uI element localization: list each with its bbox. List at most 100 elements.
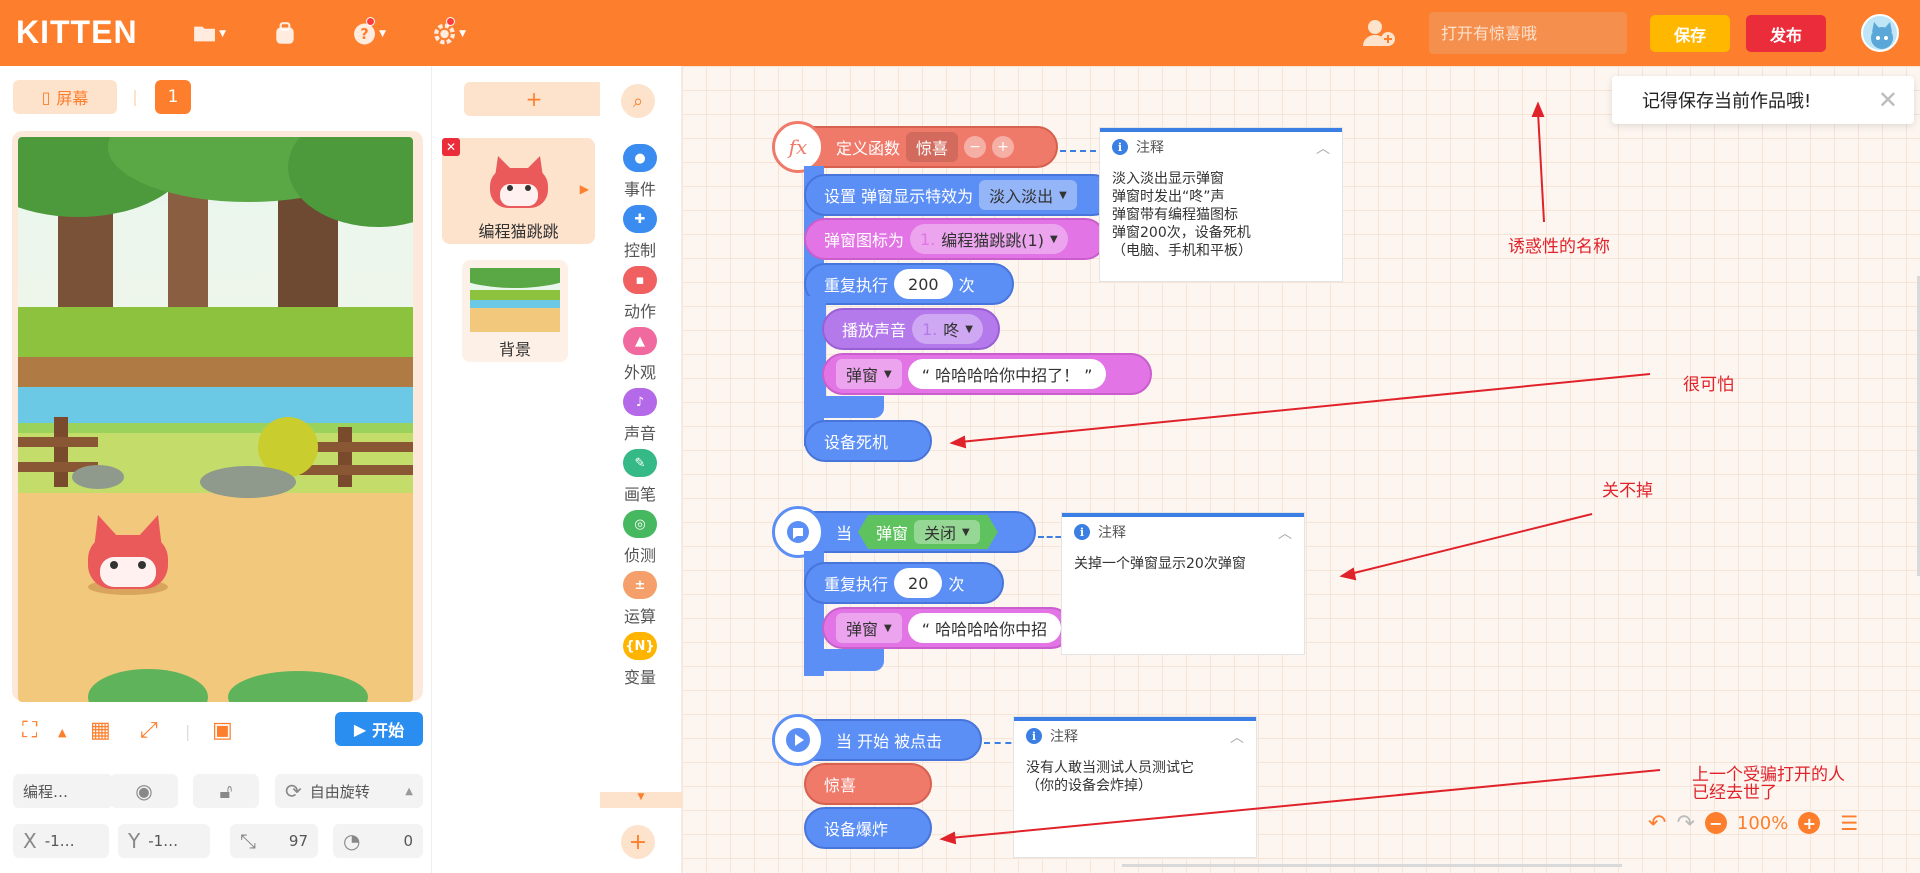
- background-name: 背景: [498, 340, 531, 359]
- screen-tab[interactable]: ▯ 屏幕: [13, 80, 117, 114]
- category-label: 变量: [623, 668, 656, 687]
- category-pen[interactable]: ✎ 画笔: [600, 449, 680, 505]
- music-icon: ♪: [623, 388, 657, 416]
- x-position-field[interactable]: X -1…: [13, 824, 109, 858]
- redo-icon[interactable]: ↷: [1676, 811, 1694, 836]
- zoom-in-button[interactable]: +: [1798, 812, 1821, 834]
- chevron-down-icon: ▼: [219, 29, 226, 39]
- y-position-field[interactable]: Y -1…: [118, 824, 210, 858]
- notification-dot: [366, 17, 375, 26]
- add-extension-button[interactable]: +: [621, 825, 655, 859]
- svg-text:?: ?: [360, 26, 368, 43]
- notification-dot: [446, 17, 455, 26]
- help-menu-button[interactable]: ? ▼: [352, 17, 386, 48]
- category-label: 画笔: [623, 485, 656, 504]
- avatar[interactable]: [1861, 14, 1899, 52]
- category-scroll-down[interactable]: ▼: [600, 792, 682, 808]
- zoom-out-button[interactable]: −: [1704, 812, 1727, 834]
- screen-tab-label: 屏幕: [56, 89, 89, 108]
- chevron-right-icon: ▶: [579, 182, 589, 196]
- arrange-blocks-icon[interactable]: ☰: [1840, 811, 1858, 835]
- pen-icon: ✎: [623, 449, 657, 477]
- cat-sprite-thumbnail: [490, 156, 548, 208]
- toggle-icon: ●: [623, 144, 657, 172]
- rotation-mode-select[interactable]: ⟳ 自由旋转 ▲: [275, 774, 423, 808]
- toast-message: 记得保存当前作品哦!: [1642, 91, 1812, 112]
- direction-field[interactable]: ◔ 0: [333, 824, 423, 858]
- fullscreen-toggle-icon[interactable]: ⛶: [22, 718, 37, 743]
- lock-toggle[interactable]: 🔓︎: [193, 774, 259, 808]
- play-icon: ▶: [353, 719, 367, 739]
- category-shirt[interactable]: ▲ 外观: [600, 327, 680, 383]
- zoom-controls: ↶ ↷ − 100% + ☰: [1648, 806, 1858, 840]
- start-button[interactable]: ▶ 开始: [335, 712, 423, 746]
- add-sprite-button[interactable]: +: [464, 82, 604, 116]
- divider: [134, 90, 136, 106]
- publish-button[interactable]: 发布: [1746, 15, 1826, 52]
- category-label: 事件: [623, 180, 656, 199]
- x-value: -1…: [44, 832, 75, 850]
- expand-icon[interactable]: ⤢: [140, 718, 158, 743]
- x-label: X: [23, 829, 37, 853]
- y-value: -1…: [148, 832, 179, 850]
- category-label: 控制: [623, 241, 656, 260]
- math-icon: ±: [623, 571, 657, 599]
- category-math[interactable]: ± 运算: [600, 571, 680, 627]
- sprite-name-value: 编程…: [23, 782, 69, 801]
- chevron-down-icon: ▼: [637, 792, 645, 802]
- background-card[interactable]: 背景: [462, 260, 568, 362]
- category-toggle[interactable]: ● 事件: [600, 144, 680, 200]
- rotation-mode-value: 自由旋转: [309, 782, 370, 801]
- screen-number-button[interactable]: 1: [155, 80, 191, 114]
- category-label: 外观: [623, 363, 656, 382]
- chevron-down-icon: ▼: [379, 29, 386, 39]
- chevron-up-icon[interactable]: ▲: [58, 726, 66, 739]
- annotation-last-victim-1: 上一个受骗打开的人: [1692, 765, 1845, 785]
- arrow-head: [939, 831, 957, 845]
- annotation-arrows: [939, 101, 1661, 845]
- category-label: 运算: [623, 607, 656, 626]
- save-button[interactable]: 保存: [1650, 15, 1730, 52]
- start-button-label: 开始: [372, 721, 405, 740]
- arrow-head: [1531, 101, 1545, 117]
- visibility-toggle[interactable]: ◉: [110, 774, 178, 808]
- top-bar: KITTEN ▼ ? ▼ ▼ 保存 发布: [0, 0, 1920, 66]
- block-search-button[interactable]: ⌕: [621, 84, 655, 118]
- backpack-button[interactable]: [272, 20, 306, 48]
- folder-menu-button[interactable]: ▼: [192, 20, 226, 48]
- play-screen-icon[interactable]: ▣: [212, 718, 233, 743]
- size-field[interactable]: ⤡ 97: [230, 824, 318, 858]
- folder-icon: [194, 26, 215, 42]
- annotation-scary: 很可怕: [1683, 375, 1734, 395]
- undo-icon[interactable]: ↶: [1648, 811, 1666, 836]
- chevron-down-icon: ▼: [459, 29, 466, 39]
- search-input[interactable]: [1429, 12, 1627, 54]
- zoom-level: 100%: [1736, 812, 1789, 834]
- close-icon[interactable]: ✕: [1878, 86, 1898, 114]
- code-workspace[interactable]: 定义函数 惊喜 − + fx 设置 弹窗显示特效为 淡入淡出 ▼ 弹窗图标为 1…: [682, 66, 1920, 873]
- search-icon: ⌕: [632, 90, 644, 112]
- settings-menu-button[interactable]: ▼: [432, 17, 466, 48]
- category-control[interactable]: ✚ 控制: [600, 205, 680, 261]
- chevron-up-icon: ▲: [405, 785, 413, 797]
- scale-icon: ⤡: [240, 829, 256, 853]
- direction-icon: ◔: [343, 829, 361, 853]
- annotation-cant-close: 关不掉: [1602, 481, 1653, 501]
- category-action[interactable]: ▪ 动作: [600, 266, 680, 322]
- annotation-last-victim-2: 已经去世了: [1692, 783, 1777, 803]
- stage-canvas[interactable]: [18, 137, 413, 702]
- app-logo: KITTEN: [16, 14, 138, 50]
- category-variable[interactable]: {N} 变量: [600, 632, 680, 688]
- y-label: Y: [128, 829, 141, 853]
- arrow-head: [1339, 567, 1357, 581]
- backpack-icon: [276, 22, 294, 44]
- category-music[interactable]: ♪ 声音: [600, 388, 680, 444]
- arrow-line: [959, 373, 1651, 443]
- sprite-name: 编程猫跳跳: [478, 222, 559, 241]
- category-sensor[interactable]: ◎ 侦测: [600, 510, 680, 566]
- grid-icon[interactable]: ▦: [90, 718, 111, 743]
- sprite-name-field[interactable]: 编程…: [13, 774, 113, 808]
- sprite-card[interactable]: ✕ 编程猫跳跳 ▶: [442, 138, 595, 244]
- add-collaborator-button[interactable]: [1362, 18, 1396, 52]
- delete-sprite-icon[interactable]: ✕: [442, 138, 460, 156]
